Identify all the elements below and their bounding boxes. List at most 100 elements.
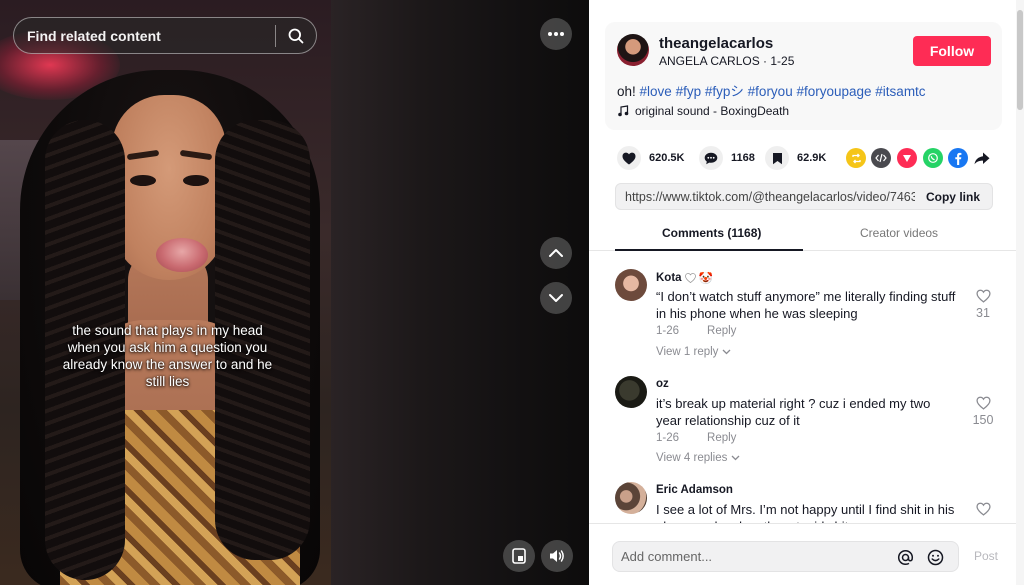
- chevron-down-icon: [731, 455, 740, 461]
- comment-like-button[interactable]: 150: [969, 396, 997, 427]
- commenter-avatar[interactable]: [615, 376, 647, 408]
- commenter-name[interactable]: Eric Adamson: [656, 484, 733, 496]
- send-icon[interactable]: [897, 148, 917, 168]
- hashtag-foryou[interactable]: #foryou: [748, 84, 793, 99]
- comment-composer: Post: [589, 523, 1016, 585]
- more-options-button[interactable]: [540, 18, 572, 50]
- action-bar: 620.5K 1168 62.9K: [605, 144, 1005, 172]
- comment-input-box[interactable]: [612, 541, 959, 572]
- facebook-icon[interactable]: [948, 148, 968, 168]
- music-link[interactable]: original sound - BoxingDeath: [617, 104, 789, 118]
- hashtag-foryoupage[interactable]: #foryoupage: [796, 84, 871, 99]
- left-eye: [130, 175, 156, 186]
- heart-outline-icon: [975, 396, 991, 410]
- comments-button[interactable]: 1168: [699, 144, 755, 172]
- view-replies-label: View 4 replies: [656, 452, 728, 464]
- emoji-smile-icon: [927, 549, 943, 565]
- save-button[interactable]: 62.9K: [765, 144, 826, 172]
- comment-like-button[interactable]: 31: [969, 289, 997, 320]
- commenter-name[interactable]: oz: [656, 378, 669, 390]
- author-username[interactable]: theangelacarlos: [659, 35, 773, 52]
- panel-tabs: Comments (1168) Creator videos: [589, 218, 1016, 251]
- chevron-down-icon: [722, 349, 731, 355]
- repost-arrows-glyph: [851, 153, 861, 163]
- commenter-avatar[interactable]: [615, 482, 647, 514]
- comment-input[interactable]: [621, 542, 881, 571]
- scrollbar[interactable]: [1016, 0, 1024, 585]
- mention-button[interactable]: [895, 547, 915, 567]
- video-link-url[interactable]: https://www.tiktok.com/@theangelacarlos/…: [625, 190, 915, 204]
- comment-like-button[interactable]: [969, 502, 997, 519]
- comment-item: oz it’s break up material right ? cuz i …: [615, 376, 995, 471]
- like-button[interactable]: 620.5K: [617, 144, 684, 172]
- details-panel: theangelacarlos ANGELA CARLOS · 1-25 Fol…: [589, 0, 1024, 585]
- heart-icon: [622, 152, 636, 164]
- scrollbar-thumb[interactable]: [1017, 10, 1023, 110]
- more-dots-icon: [548, 32, 564, 36]
- comment-text: it’s break up material right ? cuz i end…: [656, 396, 931, 428]
- description-text: oh!: [617, 84, 640, 99]
- save-count: 62.9K: [797, 152, 827, 164]
- comment-bubble-icon: [704, 152, 718, 164]
- view-replies-button[interactable]: View 4 replies: [656, 452, 740, 464]
- related-search-input[interactable]: [14, 27, 275, 44]
- mini-player-button[interactable]: [503, 540, 535, 572]
- hashtag-love[interactable]: #love: [640, 84, 672, 99]
- repost-icon[interactable]: [846, 148, 866, 168]
- hashtag-fyp[interactable]: #fyp: [676, 84, 702, 99]
- emoji-button[interactable]: [925, 547, 945, 567]
- reply-button[interactable]: Reply: [707, 325, 736, 337]
- whatsapp-icon[interactable]: [923, 148, 943, 168]
- post-comment-button[interactable]: Post: [974, 549, 998, 563]
- reply-button[interactable]: Reply: [707, 432, 736, 444]
- white-heart-icon: [684, 273, 696, 283]
- view-replies-label: View 1 reply: [656, 346, 719, 358]
- follow-button[interactable]: Follow: [913, 36, 991, 66]
- person-lips: [156, 238, 208, 272]
- comment-date: 1-26: [656, 325, 680, 337]
- music-note-icon: [618, 105, 629, 117]
- commenter-avatar[interactable]: [615, 269, 647, 301]
- author-card: theangelacarlos ANGELA CARLOS · 1-25 Fol…: [605, 22, 1002, 130]
- previous-video-button[interactable]: [540, 237, 572, 269]
- commenter-emoji: 🤡: [698, 273, 713, 285]
- hashtag-fyp-shi[interactable]: #fypシ: [705, 84, 744, 99]
- embed-icon[interactable]: [871, 148, 891, 168]
- commenter-name-text: Kota: [656, 272, 682, 284]
- hashtag-itsamtc[interactable]: #itsamtc: [875, 84, 925, 99]
- video-link-box: https://www.tiktok.com/@theangelacarlos/…: [615, 183, 993, 210]
- view-replies-button[interactable]: View 1 reply: [656, 346, 731, 358]
- comment-text: “I don’t watch stuff anymore” me literal…: [656, 289, 956, 321]
- comment-count: 1168: [731, 152, 755, 164]
- chevron-down-icon: [549, 294, 563, 302]
- video-frame[interactable]: the sound that plays in my head when you…: [0, 0, 331, 585]
- tab-comments[interactable]: Comments (1168): [662, 226, 761, 240]
- tiktok-video-page: the sound that plays in my head when you…: [0, 0, 1024, 585]
- search-button[interactable]: [276, 17, 316, 54]
- video-description: oh! #love #fyp #fypシ #foryou #foryoupage…: [617, 80, 926, 100]
- commenter-name[interactable]: Kota 🤡: [656, 271, 713, 285]
- author-display-date: ANGELA CARLOS · 1-25: [659, 54, 795, 68]
- music-label: original sound - BoxingDeath: [635, 104, 790, 118]
- code-glyph: [875, 153, 887, 163]
- heart-outline-icon: [975, 502, 991, 516]
- comment-meta: 1-26 Reply: [656, 432, 736, 444]
- comments-circle: [699, 146, 723, 170]
- whatsapp-glyph: [928, 153, 938, 163]
- at-sign-icon: [897, 549, 913, 565]
- copy-link-button[interactable]: Copy link: [926, 190, 980, 204]
- volume-icon: [550, 550, 564, 562]
- share-arrow-icon[interactable]: [972, 148, 992, 168]
- save-circle: [765, 146, 789, 170]
- active-tab-indicator: [615, 249, 803, 251]
- next-video-button[interactable]: [540, 282, 572, 314]
- video-player[interactable]: the sound that plays in my head when you…: [0, 0, 589, 585]
- related-search-box[interactable]: [13, 17, 317, 54]
- send-glyph: [903, 155, 911, 162]
- tab-creator-videos[interactable]: Creator videos: [860, 226, 938, 240]
- volume-button[interactable]: [541, 540, 573, 572]
- author-avatar[interactable]: [617, 34, 649, 66]
- right-eye: [183, 175, 209, 186]
- comment-like-count: 150: [972, 413, 994, 427]
- share-arrow-glyph: [974, 152, 990, 164]
